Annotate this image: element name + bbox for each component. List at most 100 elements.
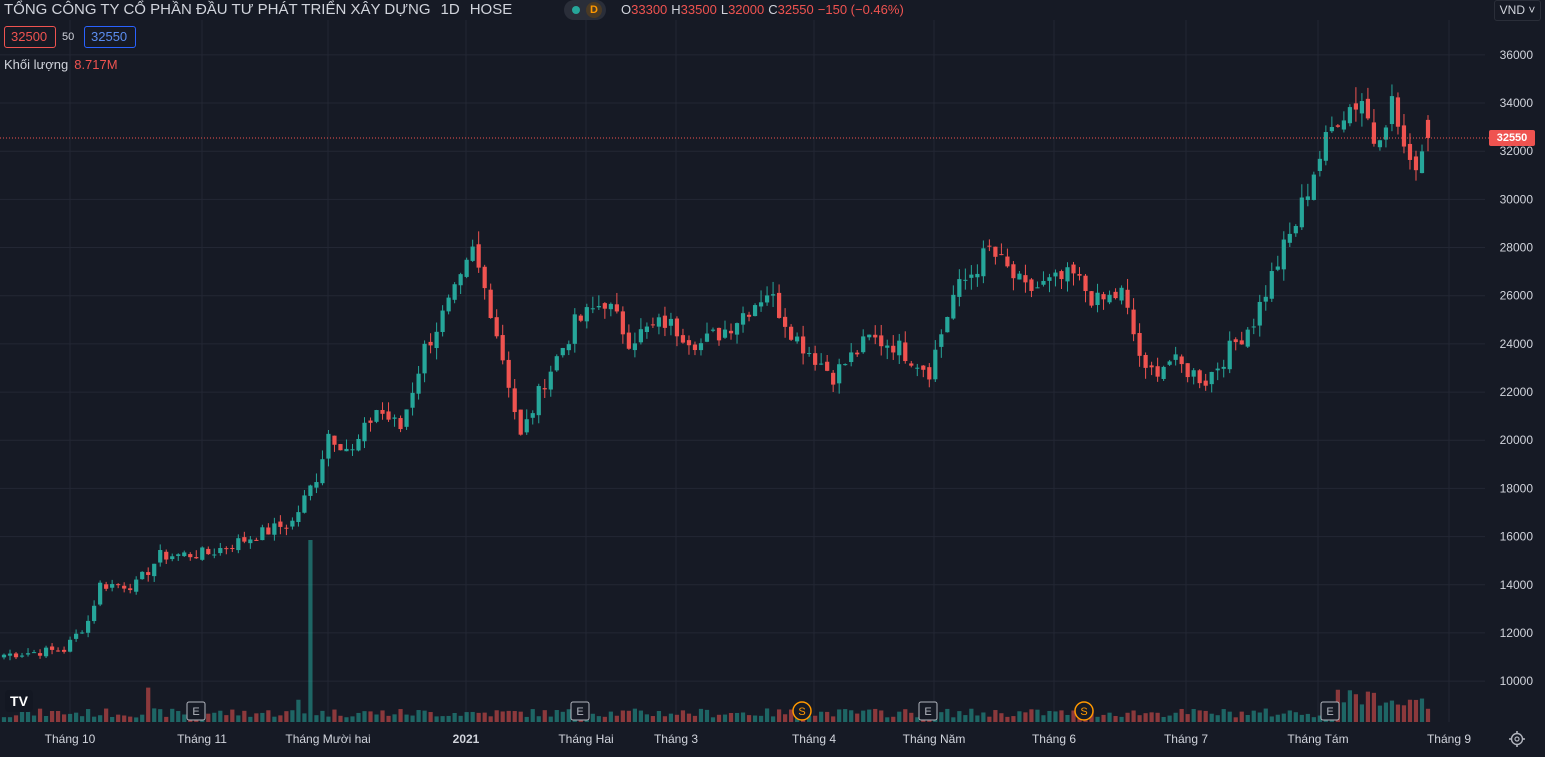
volume-value: 8.717M (74, 57, 118, 72)
candle-body (104, 584, 109, 589)
candle-body (500, 335, 505, 361)
candle-body (356, 438, 361, 451)
volume-bar (158, 709, 163, 722)
time-tick-label: 2021 (453, 732, 480, 746)
price-tick-label: 18000 (1500, 481, 1534, 495)
volume-bar (98, 715, 103, 722)
volume-bar (752, 715, 758, 722)
volume-bars (1, 540, 1431, 722)
candle-body (1383, 127, 1389, 140)
volume-legend[interactable]: Khối lượng 8.717M (4, 57, 118, 72)
volume-bar (554, 710, 559, 722)
volume-bar (152, 708, 157, 722)
candle-body (1101, 294, 1106, 300)
volume-bar (1197, 710, 1202, 722)
candle-body (1131, 309, 1136, 335)
price-change: −150 (−0.46%) (817, 2, 904, 17)
candle-body (512, 388, 517, 413)
price-tick-label: 26000 (1500, 289, 1534, 303)
candlestick-chart[interactable]: 10000 12000 14000 16000 18000 20000 22000 24000… (0, 0, 1545, 757)
volume-bar (1119, 716, 1124, 722)
candle-body (1425, 119, 1431, 138)
volume-bar (1005, 716, 1010, 722)
volume-bar (236, 715, 241, 722)
candle-body (1209, 371, 1214, 385)
candle-body (380, 410, 385, 414)
candle-body (86, 620, 91, 633)
volume-bar (1059, 710, 1064, 722)
volume-bar (266, 710, 271, 722)
volume-bar (218, 710, 223, 722)
volume-bar (1239, 711, 1244, 722)
candle-body (43, 647, 49, 657)
volume-bar (404, 714, 409, 722)
candle-body (1155, 366, 1160, 377)
candle-body (560, 347, 565, 356)
candle-body (13, 653, 19, 658)
currency-dropdown[interactable]: VND ˅ (1494, 0, 1541, 21)
candle-body (758, 302, 764, 307)
close-label: C (768, 2, 778, 17)
candle-body (752, 305, 758, 317)
candle-body (1095, 292, 1100, 306)
candle-body (452, 284, 457, 300)
time-tick-label: Tháng Năm (903, 732, 966, 746)
company-name: TỔNG CÔNG TY CỔ PHẦN ĐẦU TƯ PHÁT TRIỂN X… (4, 1, 431, 18)
volume-bar (969, 708, 974, 722)
candle-body (933, 349, 938, 380)
volume-bar (458, 715, 463, 722)
candle-body (98, 582, 103, 605)
volume-bar (1155, 712, 1160, 722)
symbol-title[interactable]: TỔNG CÔNG TY CỔ PHẦN ĐẦU TƯ PHÁT TRIỂN X… (4, 0, 512, 20)
volume-bar (770, 716, 776, 722)
volume-bar (909, 712, 914, 722)
volume-bar (897, 711, 902, 722)
open-value: 33300 (631, 2, 668, 17)
volume-bar (37, 708, 43, 722)
candle-body (1167, 361, 1172, 365)
volume-bar (602, 716, 607, 722)
volume-bar (164, 716, 169, 722)
tradingview-logo[interactable]: TV (5, 690, 33, 712)
candle-body (891, 345, 896, 353)
candle-body (428, 341, 433, 346)
volume-bar (1143, 713, 1148, 722)
volume-bar (1299, 714, 1304, 722)
bid-button[interactable]: 32500 (4, 26, 56, 48)
candle-body (1113, 291, 1118, 299)
volume-bar (146, 687, 151, 722)
candle-body (1281, 239, 1286, 270)
volume-bar (440, 716, 445, 722)
market-status[interactable]: D (564, 0, 606, 20)
candle-body (470, 246, 475, 261)
price-tick-label: 16000 (1500, 530, 1534, 544)
volume-bar (1371, 692, 1377, 722)
candle-body (1275, 266, 1280, 270)
candle-body (1203, 380, 1208, 386)
volume-bar (488, 716, 493, 722)
time-tick-label: Tháng 3 (654, 732, 698, 746)
volume-bar (560, 711, 565, 722)
candle-body (825, 361, 830, 371)
volume-bar (716, 714, 722, 722)
candle-body (1041, 280, 1046, 285)
candle-body (302, 495, 307, 513)
interval[interactable]: 1D (441, 1, 460, 18)
candle-body (1185, 363, 1190, 378)
volume-bar (7, 717, 13, 722)
ask-button[interactable]: 32550 (84, 26, 136, 48)
volume-bar (422, 710, 427, 722)
volume-bar (356, 712, 361, 722)
candle-body (1089, 291, 1094, 306)
volume-bar (548, 716, 553, 722)
candle-body (458, 274, 463, 286)
volume-bar (590, 713, 595, 722)
volume-bar (831, 716, 836, 722)
volume-bar (542, 710, 547, 722)
candle-body (140, 571, 145, 580)
candle-body (915, 367, 920, 369)
volume-bar (332, 709, 337, 722)
settings-gear-icon[interactable] (1508, 730, 1526, 748)
candle-body (158, 550, 163, 563)
volume-bar (1023, 712, 1028, 722)
